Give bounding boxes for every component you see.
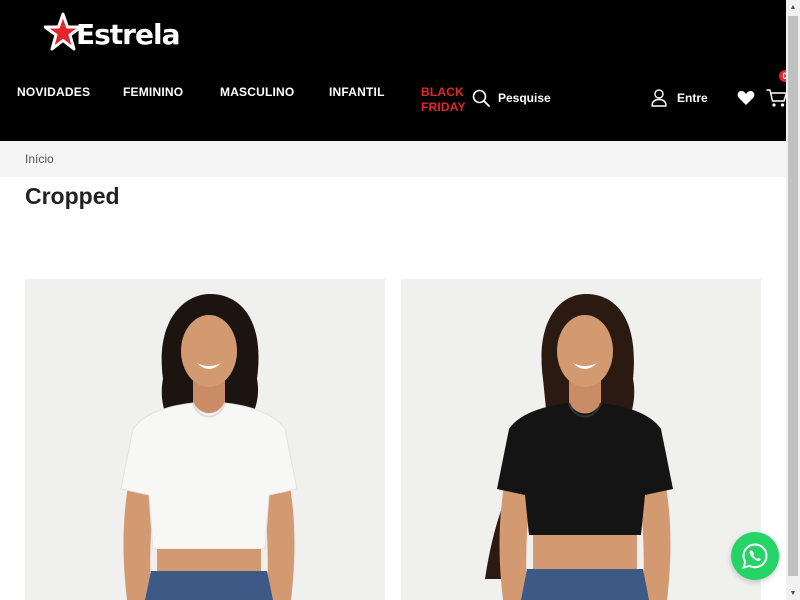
search-button[interactable]: Pesquise bbox=[472, 89, 551, 107]
scroll-up-arrow-icon[interactable]: ▲ bbox=[786, 0, 800, 14]
product-card[interactable] bbox=[25, 279, 385, 600]
breadcrumb-bar: Início bbox=[0, 141, 786, 177]
brand-logo[interactable]: Estrela bbox=[44, 12, 180, 54]
product-image-white-cropped bbox=[25, 279, 385, 600]
site-header: Estrela NOVIDADES FEMININO MASCULINO INF… bbox=[0, 0, 788, 141]
heart-icon bbox=[737, 91, 755, 105]
nav-black-friday-line2: FRIDAY bbox=[421, 100, 466, 114]
whatsapp-chat-button[interactable] bbox=[731, 532, 779, 580]
cart-button[interactable] bbox=[766, 88, 788, 113]
nav-masculino[interactable]: MASCULINO bbox=[220, 85, 294, 99]
nav-infantil[interactable]: INFANTIL bbox=[329, 85, 385, 99]
product-image-black-cropped bbox=[401, 279, 761, 600]
nav-black-friday[interactable]: BLACK FRIDAY bbox=[421, 85, 466, 115]
account-label: Entre bbox=[677, 91, 708, 105]
nav-novidades[interactable]: NOVIDADES bbox=[17, 85, 90, 99]
whatsapp-icon bbox=[742, 543, 768, 569]
search-icon bbox=[472, 89, 490, 107]
wishlist-button[interactable] bbox=[737, 90, 755, 111]
cart-icon bbox=[766, 89, 788, 107]
nav-black-friday-line1: BLACK bbox=[421, 85, 464, 99]
brand-name: Estrela bbox=[76, 17, 180, 51]
page-title: Cropped bbox=[25, 183, 120, 209]
nav-feminino[interactable]: FEMININO bbox=[123, 85, 183, 99]
search-label: Pesquise bbox=[498, 91, 551, 105]
user-icon bbox=[651, 89, 667, 107]
breadcrumb-home-link[interactable]: Início bbox=[25, 152, 54, 166]
account-login-button[interactable]: Entre bbox=[651, 89, 708, 107]
scroll-down-arrow-icon[interactable]: ▼ bbox=[786, 586, 800, 600]
scrollbar-thumb[interactable] bbox=[788, 16, 798, 576]
product-card[interactable] bbox=[401, 279, 761, 600]
